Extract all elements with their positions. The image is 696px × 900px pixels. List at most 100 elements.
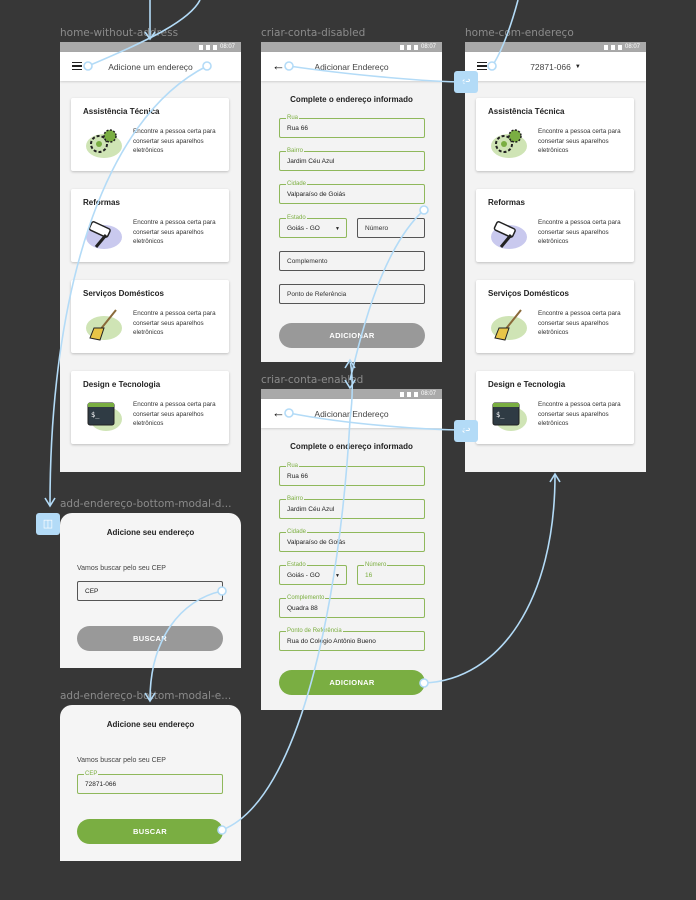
wire-arrow-head	[549, 472, 561, 483]
cidade-value: Valparaíso de Goiás	[287, 191, 346, 198]
adicionar-button-disabled[interactable]: ADICIONAR	[279, 323, 425, 348]
svg-text:$_: $_	[496, 411, 505, 419]
buscar-button-disabled[interactable]: BUSCAR	[77, 626, 223, 651]
complemento-field[interactable]: Complemento Quadra 88	[279, 594, 425, 618]
bairro-field[interactable]: Bairro Jardim Céu Azul	[279, 495, 425, 519]
rua-field[interactable]: Rua Rua 66	[279, 114, 425, 138]
address-selector[interactable]: 72871-066	[530, 62, 571, 72]
service-card-reformas[interactable]: Reformas Encontre a pessoa certa para co…	[71, 189, 229, 262]
cep-input[interactable]: CEP 72871-066	[77, 770, 223, 794]
service-card-design[interactable]: Design e Tecnologia $_ Encontre a pessoa…	[476, 371, 634, 444]
cidade-field[interactable]: Cidade Valparaíso de Goiás	[279, 180, 425, 204]
service-title: Serviços Domésticos	[488, 289, 569, 298]
terminal-icon: $_	[489, 397, 529, 433]
signal-icon	[406, 44, 411, 50]
bairro-label: Bairro	[286, 147, 305, 155]
service-card-assistencia[interactable]: Assistência Técnica Encontre a pessoa ce…	[476, 98, 634, 171]
rua-field[interactable]: Rua Rua 66	[279, 462, 425, 486]
battery-icon	[617, 44, 622, 50]
criar-conta-disabled-screen: 08:07 ← Adicionar Endereço Complete o en…	[261, 42, 442, 362]
numero-field[interactable]: Número	[357, 218, 425, 238]
numero-placeholder: Número	[365, 225, 389, 232]
bairro-value: Jardim Céu Azul	[287, 158, 335, 165]
cep-label: CEP	[84, 770, 99, 778]
dropdown-arrow-icon: ▼	[335, 226, 340, 232]
service-description: Encontre a pessoa certa para consertar s…	[133, 128, 216, 154]
frame-label-criar-conta-enabled: criar-conta-enabled	[261, 374, 364, 386]
menu-icon[interactable]	[72, 62, 82, 71]
buscar-button[interactable]: BUSCAR	[77, 819, 223, 844]
cidade-label: Cidade	[286, 528, 308, 536]
wire-arrow-head	[44, 497, 56, 508]
paint-roller-icon	[84, 215, 124, 251]
service-description: Encontre a pessoa certa para consertar s…	[538, 401, 621, 427]
status-time: 08:07	[219, 44, 235, 50]
estado-value: Goiás - GO	[287, 225, 320, 232]
add-address-modal-enabled: Adicione seu endereço Vamos buscar pelo …	[60, 705, 241, 861]
signal-icon	[406, 391, 411, 397]
rua-value: Rua 66	[287, 125, 308, 132]
service-description: Encontre a pessoa certa para consertar s…	[133, 219, 216, 245]
menu-icon[interactable]	[477, 62, 487, 71]
cidade-label: Cidade	[286, 180, 308, 188]
service-title: Serviços Domésticos	[83, 289, 164, 298]
complemento-label: Complemento	[286, 594, 326, 602]
referencia-field[interactable]: Ponto de Referência	[279, 284, 425, 304]
adicionar-button[interactable]: ADICIONAR	[279, 670, 425, 695]
battery-icon	[212, 44, 217, 50]
estado-label: Estado	[286, 214, 307, 222]
add-address-button[interactable]: Adicione um endereço	[108, 62, 193, 72]
rua-value: Rua 66	[287, 473, 308, 480]
service-description: Encontre a pessoa certa para consertar s…	[538, 310, 621, 336]
back-arrow-icon[interactable]: ←	[272, 59, 285, 73]
app-bar: ← Adicionar Endereço	[261, 52, 442, 81]
chevron-down-icon[interactable]: ▼	[575, 64, 581, 70]
estado-label: Estado	[286, 561, 307, 569]
service-card-design[interactable]: Design e Tecnologia $_ Encontre a pessoa…	[71, 371, 229, 444]
cep-value: 72871-066	[85, 781, 117, 788]
frame-label-modal-e: add-endereço-bottom-modal-e...	[60, 690, 232, 702]
terminal-icon: $_	[84, 397, 124, 433]
cep-input[interactable]: CEP	[77, 581, 223, 601]
service-description: Encontre a pessoa certa para consertar s…	[133, 310, 216, 336]
estado-select[interactable]: Estado Goiás - GO ▼	[279, 214, 347, 238]
numero-field[interactable]: Número 16	[357, 561, 425, 585]
bairro-value: Jardim Céu Azul	[287, 506, 335, 513]
bairro-field[interactable]: Bairro Jardim Céu Azul	[279, 147, 425, 171]
app-bar: ← Adicionar Endereço	[261, 399, 442, 428]
frame-label-home-com-endereco: home-com-endereço	[465, 27, 574, 39]
service-title: Reformas	[83, 198, 120, 207]
add-address-modal-disabled: Adicione seu endereço Vamos buscar pelo …	[60, 513, 241, 668]
signal-icon	[610, 44, 615, 50]
back-navigation-icon: ↩	[454, 71, 478, 93]
service-card-reformas[interactable]: Reformas Encontre a pessoa certa para co…	[476, 189, 634, 262]
service-card-domesticos[interactable]: Serviços Domésticos Encontre a pessoa ce…	[476, 280, 634, 353]
broom-icon	[489, 306, 529, 342]
dropdown-arrow-icon: ▼	[335, 573, 340, 579]
gears-icon	[84, 124, 124, 160]
app-bar: Adicione um endereço	[60, 52, 241, 81]
estado-select[interactable]: Estado Goiás - GO ▼	[279, 561, 347, 585]
complemento-field[interactable]: Complemento	[279, 251, 425, 271]
status-bar: 08:07	[60, 42, 241, 52]
service-title: Reformas	[488, 198, 525, 207]
service-card-domesticos[interactable]: Serviços Domésticos Encontre a pessoa ce…	[71, 280, 229, 353]
frame-label-modal-d: add-endereço-bottom-modal-d...	[60, 498, 232, 510]
status-time: 08:07	[420, 391, 436, 397]
service-card-assistencia[interactable]: Assistência Técnica Encontre a pessoa ce…	[71, 98, 229, 171]
status-time: 08:07	[420, 44, 436, 50]
wifi-icon	[198, 44, 203, 50]
status-bar: 08:07	[261, 389, 442, 399]
frame-label-home-without-address: home-without-address	[60, 27, 179, 39]
service-title: Design e Tecnologia	[488, 380, 566, 389]
frame-label-criar-conta-disabled: criar-conta-disabled	[261, 27, 366, 39]
status-bar: 08:07	[261, 42, 442, 52]
cep-placeholder: CEP	[85, 588, 99, 595]
rua-label: Rua	[286, 462, 300, 470]
referencia-field[interactable]: Ponto de Referência Rua do Colégio Antôn…	[279, 627, 425, 651]
cidade-field[interactable]: Cidade Valparaíso de Goiás	[279, 528, 425, 552]
referencia-label: Ponto de Referência	[286, 627, 343, 635]
service-title: Assistência Técnica	[488, 107, 565, 116]
wifi-icon	[399, 391, 404, 397]
back-arrow-icon[interactable]: ←	[272, 406, 285, 420]
